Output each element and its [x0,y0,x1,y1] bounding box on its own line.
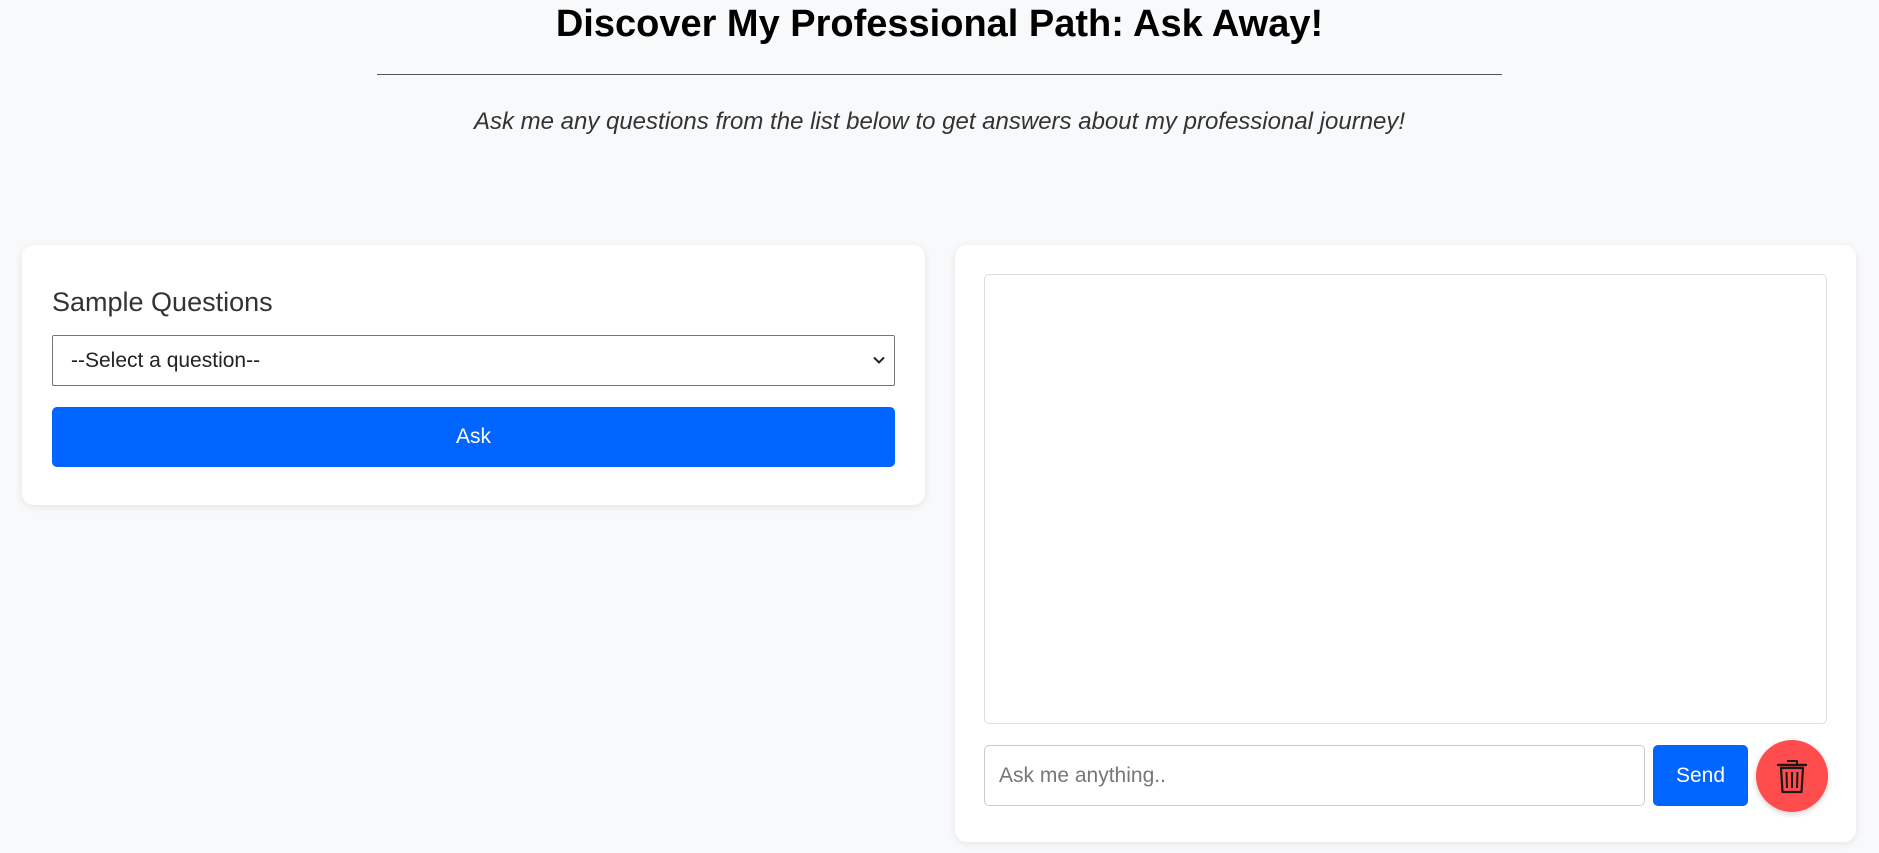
send-button[interactable]: Send [1653,745,1748,806]
chat-input[interactable] [984,745,1645,806]
trash-icon [1776,760,1808,794]
sample-questions-heading: Sample Questions [52,287,273,317]
chevron-down-icon [873,356,885,364]
page-title: Discover My Professional Path: Ask Away! [555,3,1324,45]
sample-questions-card: Sample Questions --Select a question-- A… [22,245,925,505]
title-divider [377,74,1502,75]
ask-button[interactable]: Ask [52,407,895,467]
chat-messages-area[interactable] [984,274,1827,724]
page: Discover My Professional Path: Ask Away!… [0,0,1879,853]
question-select[interactable]: --Select a question-- [52,335,895,386]
chat-card: Send [955,245,1856,842]
clear-chat-button[interactable] [1756,740,1828,812]
page-subtitle: Ask me any questions from the list below… [473,108,1406,135]
question-select-value: --Select a question-- [71,349,261,372]
